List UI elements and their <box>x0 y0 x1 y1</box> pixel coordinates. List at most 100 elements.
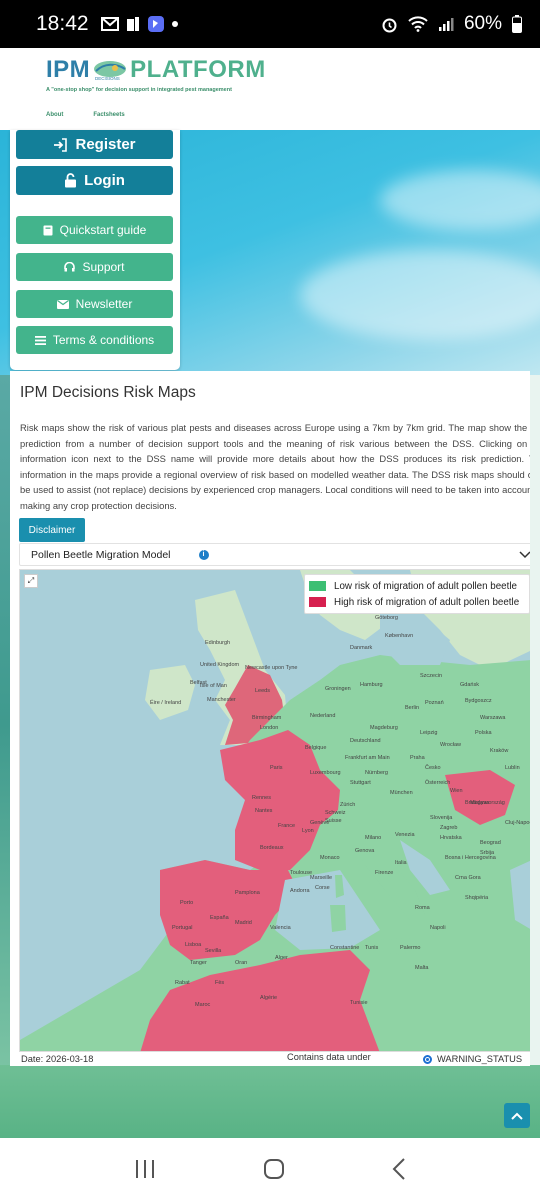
map-label-20: Nederland <box>310 713 336 719</box>
model-select[interactable]: Pollen Beetle Migration Model i <box>19 543 530 566</box>
map-label-71: Shqipëria <box>465 895 489 901</box>
map-tiles <box>20 570 530 1051</box>
map-date: Date: 2026-03-18 <box>21 1054 94 1064</box>
map-label-58: Bordeaux <box>260 845 284 851</box>
login-label: Login <box>84 172 125 189</box>
map-label-18: Warszawa <box>480 715 506 721</box>
map-label-67: Pamplona <box>235 890 260 896</box>
legend-row-high: High risk of migration of adult pollen b… <box>309 594 525 610</box>
login-button[interactable]: Login <box>16 166 173 195</box>
home-icon[interactable] <box>263 1158 285 1180</box>
recent-apps-icon[interactable] <box>134 1159 156 1179</box>
map-label-69: Corse <box>315 885 330 891</box>
map-label-49: Cluj-Napoca <box>505 820 530 826</box>
map-label-55: Zagreb <box>440 825 458 831</box>
sidebar-panel: Register Login Quickstart guide Support … <box>10 130 180 370</box>
map-label-76: Napoli <box>430 925 446 931</box>
quickstart-label: Quickstart guide <box>59 223 147 237</box>
map-label-81: Tanger <box>190 960 207 966</box>
layer-selector[interactable]: WARNING_STATUS <box>423 1054 522 1064</box>
newsletter-button[interactable]: Newsletter <box>16 290 173 318</box>
map-label-66: Crna Gora <box>455 875 481 881</box>
map-label-68: Andorra <box>290 888 310 894</box>
map-label-79: Sevilla <box>205 948 222 954</box>
map-label-90: Algérie <box>260 995 278 1001</box>
sea-north <box>265 610 320 690</box>
map-label-82: Oran <box>235 960 248 966</box>
notification-icons <box>100 15 178 33</box>
map-label-73: España <box>210 915 229 921</box>
risk-map[interactable]: ⤢ Low risk of migration of adult pollen … <box>19 569 530 1052</box>
layer-label: WARNING_STATUS <box>437 1054 523 1064</box>
book-icon <box>43 225 53 235</box>
site-logo[interactable]: IPM DECISIONS PLATFORM <box>46 56 266 84</box>
back-icon[interactable] <box>392 1158 406 1180</box>
page-title: IPM Decisions Risk Maps <box>20 384 196 401</box>
logo-ipm: IPM <box>46 56 91 83</box>
map-label-39: München <box>390 790 413 796</box>
map-label-2: København <box>385 633 414 639</box>
map-label-75: Valencia <box>270 925 291 931</box>
map-label-32: Lublin <box>505 765 520 771</box>
map-label-70: Roma <box>415 905 430 911</box>
headphones-icon <box>64 262 76 272</box>
expand-map-icon[interactable]: ⤢ <box>24 574 38 588</box>
list-icon <box>34 335 46 345</box>
map-label-9: Manchester <box>207 697 236 703</box>
map-label-23: Polska <box>475 730 492 736</box>
map-label-63: Toulouse <box>290 870 313 876</box>
map-label-8: Éire / Ireland <box>150 700 182 706</box>
map-label-14: Szczecin <box>420 673 443 679</box>
map-label-43: Nantes <box>255 808 273 814</box>
support-button[interactable]: Support <box>16 253 173 281</box>
map-attribution[interactable]: Contains data under <box>287 1052 371 1062</box>
map-label-56: Beograd <box>480 840 501 846</box>
map-label-84: Constantine <box>330 945 360 951</box>
map-label-11: Birmingham <box>252 715 282 721</box>
status-bar: 18:42 60% <box>0 0 540 48</box>
map-label-10: Leeds <box>255 688 270 694</box>
map-label-37: Österreich <box>425 780 451 786</box>
terms-button[interactable]: Terms & conditions <box>16 326 173 354</box>
map-label-3: Edinburgh <box>205 640 231 646</box>
background-bottom <box>0 1065 540 1140</box>
map-label-22: Magdeburg <box>370 725 398 731</box>
map-label-26: Wrocław <box>440 742 461 748</box>
map-footer: Date: 2026-03-18 Contains data under WAR… <box>10 1052 530 1066</box>
layer-radio[interactable] <box>423 1054 432 1064</box>
risk-maps-panel: IPM Decisions Risk Maps Risk maps show t… <box>10 371 530 1066</box>
top-nav: About Factsheets <box>46 112 125 118</box>
map-label-89: Maroc <box>195 1002 211 1008</box>
signal-icon <box>438 18 454 31</box>
map-label-5: Newcastle upon Tyne <box>245 665 298 671</box>
legend-label-high: High risk of migration of adult pollen b… <box>334 596 520 608</box>
nav-factsheets[interactable]: Factsheets <box>93 112 124 118</box>
nav-about[interactable]: About <box>46 112 63 118</box>
info-icon[interactable]: i <box>198 549 209 560</box>
map-label-91: Tunisie <box>350 1000 368 1006</box>
logo-platform: PLATFORM <box>130 56 266 83</box>
map-label-62: Italia <box>395 860 407 866</box>
map-label-53: Milano <box>365 835 382 841</box>
map-label-61: Bosna i Hercegovina <box>445 855 496 861</box>
site-tagline: A "one-stop shop" for decision support i… <box>46 87 232 93</box>
map-label-24: Deutschland <box>350 738 381 744</box>
sign-in-icon <box>54 137 68 152</box>
map-label-25: Leipzig <box>420 730 438 736</box>
register-label: Register <box>75 136 136 153</box>
map-label-0: Göteborg <box>375 615 398 621</box>
map-label-4: United Kingdom <box>200 662 240 668</box>
map-legend: Low risk of migration of adult pollen be… <box>304 574 530 614</box>
map-label-80: Palermo <box>400 945 421 951</box>
register-button[interactable]: Register <box>16 130 173 159</box>
disclaimer-button[interactable]: Disclaimer <box>19 518 85 542</box>
logo-small-text: DECISIONS <box>95 76 120 81</box>
map-label-13: Hamburg <box>360 682 383 688</box>
quickstart-button[interactable]: Quickstart guide <box>16 216 173 244</box>
map-label-54: Venezia <box>395 832 415 838</box>
page-description: Risk maps show the risk of various plat … <box>20 422 530 511</box>
map-label-28: Frankfurt am Main <box>345 755 390 761</box>
terms-label: Terms & conditions <box>52 333 155 347</box>
map-label-47: Zürich <box>340 802 356 808</box>
scroll-to-top-button[interactable] <box>504 1103 530 1128</box>
